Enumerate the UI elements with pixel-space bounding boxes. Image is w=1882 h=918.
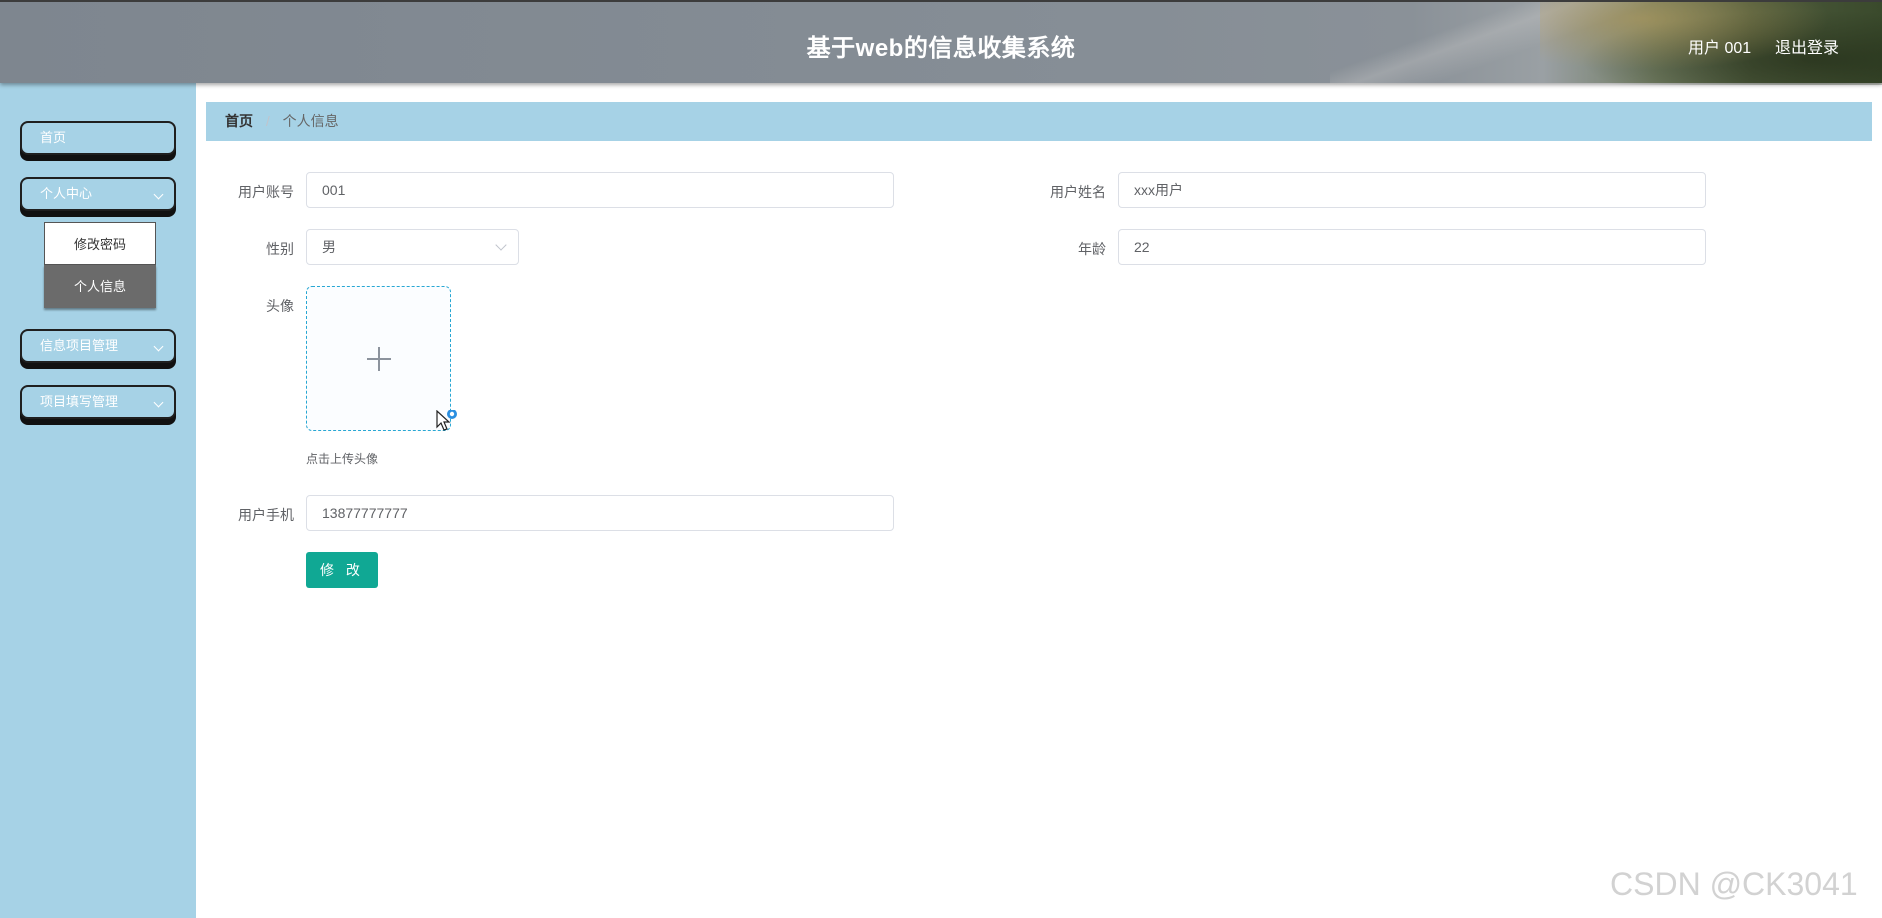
breadcrumb-current: 个人信息: [282, 113, 339, 129]
gender-select[interactable]: 男: [306, 229, 519, 265]
breadcrumb: 首页 / 个人信息: [206, 102, 1872, 141]
sidebar-subitem-label: 个人信息: [73, 279, 126, 294]
chevron-down-icon: [153, 397, 164, 408]
sidebar-item-info-project-management[interactable]: 信息项目管理: [20, 329, 176, 363]
mouse-cursor-icon: [436, 410, 457, 431]
account-label: 用户账号: [238, 184, 294, 200]
sidebar-item-home[interactable]: 首页: [20, 121, 176, 155]
plus-icon: [367, 347, 391, 371]
avatar-upload-tip: 点击上传头像: [306, 452, 379, 466]
account-input[interactable]: [306, 172, 894, 208]
sidebar-item-label: 信息项目管理: [40, 338, 119, 353]
sidebar-item-label: 项目填写管理: [40, 394, 119, 409]
phone-input[interactable]: [306, 495, 894, 531]
logout-link[interactable]: 退出登录: [1775, 34, 1839, 58]
sidebar-subitem-change-password[interactable]: 修改密码: [44, 222, 156, 265]
sidebar-item-project-fill-management[interactable]: 项目填写管理: [20, 385, 176, 419]
sidebar-item-personal-center[interactable]: 个人中心: [20, 177, 176, 211]
top-header: 基于web的信息收集系统 用户 001 退出登录: [0, 0, 1882, 85]
app-title: 基于web的信息收集系统: [806, 35, 1076, 62]
chevron-down-icon: [153, 341, 164, 352]
avatar-uploader[interactable]: [306, 286, 451, 431]
breadcrumb-home[interactable]: 首页: [225, 113, 253, 129]
update-button[interactable]: 修 改: [306, 552, 378, 588]
sidebar-item-label: 首页: [40, 130, 67, 145]
avatar-label: 头像: [266, 298, 294, 314]
name-label: 用户姓名: [1050, 184, 1106, 200]
age-input[interactable]: [1118, 229, 1706, 265]
breadcrumb-separator: /: [265, 113, 270, 129]
sidebar-item-label: 个人中心: [40, 186, 93, 201]
sidebar-subitem-label: 修改密码: [73, 237, 126, 252]
sidebar: 首页 个人中心 修改密码 个人信息 信息项目管理 项目填写管理: [0, 83, 196, 918]
phone-label: 用户手机: [238, 507, 294, 523]
name-input[interactable]: [1118, 172, 1706, 208]
gender-select-value: 男: [322, 239, 336, 255]
watermark: CSDN @CK3041: [1610, 866, 1858, 902]
sidebar-subitem-personal-info[interactable]: 个人信息: [44, 265, 156, 308]
gender-label: 性别: [266, 241, 294, 257]
chevron-down-icon: [153, 189, 164, 200]
current-user-label: 用户 001: [1688, 40, 1752, 57]
age-label: 年龄: [1078, 241, 1106, 257]
